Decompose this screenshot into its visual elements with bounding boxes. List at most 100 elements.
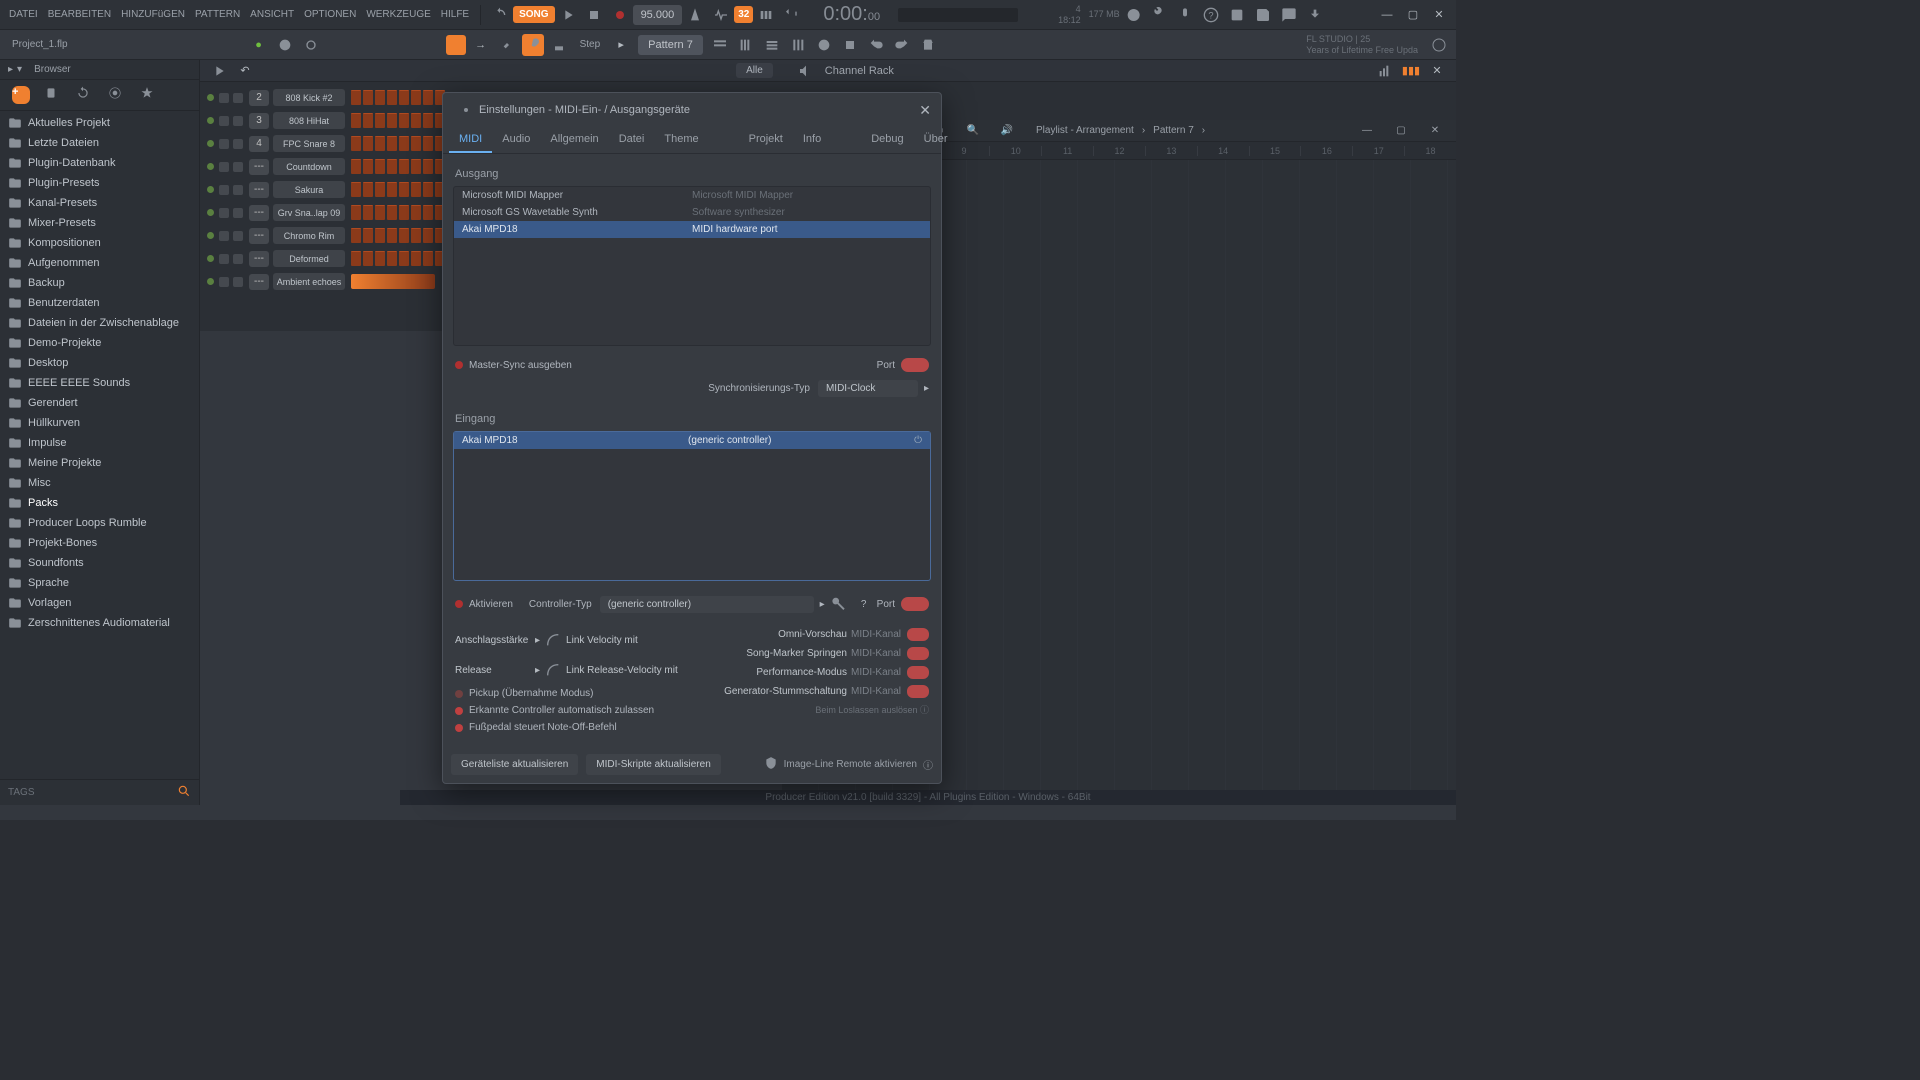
channel-vol-knob[interactable] [233,116,243,126]
channel-vol-knob[interactable] [233,139,243,149]
stamp-icon[interactable] [548,34,570,56]
refresh-devices-button[interactable]: Geräteliste aktualisieren [451,754,578,775]
channel-vol-knob[interactable] [233,231,243,241]
step-cell[interactable] [411,113,421,128]
channel-mute-led[interactable] [207,278,214,285]
menu-pattern[interactable]: PATTERN [190,5,245,24]
step-cell[interactable] [423,182,433,197]
step-cell[interactable] [363,228,373,243]
step-cell[interactable] [375,228,385,243]
mic-icon[interactable] [1174,4,1196,26]
step-cell[interactable] [399,90,409,105]
step-seq-icon[interactable]: ▮▮▮ [1400,60,1422,82]
channel-mute-led[interactable] [207,140,214,147]
step-cell[interactable] [411,90,421,105]
step-cell[interactable] [423,159,433,174]
velocity-arrow-icon[interactable]: ▸ [535,635,540,646]
play-icon[interactable] [557,4,579,26]
link-icon[interactable] [522,34,544,56]
menu-tools[interactable]: WERKZEUGE [361,5,435,24]
step-cell[interactable] [351,159,361,174]
add-folder-icon[interactable]: + [12,86,30,104]
tools-icon[interactable] [1148,4,1170,26]
channel-pan-knob[interactable] [219,162,229,172]
step-cell[interactable] [351,182,361,197]
channel-mute-led[interactable] [207,163,214,170]
tree-item[interactable]: Desktop [0,353,199,373]
step-cell[interactable] [387,136,397,151]
output-port-badge[interactable] [901,358,929,372]
auto-ctrl-led[interactable] [455,707,463,715]
dialog-tab[interactable]: Datei [609,127,655,153]
tree-item[interactable]: EEEE EEEE Sounds [0,373,199,393]
channel-pan-knob[interactable] [219,139,229,149]
tree-item[interactable]: Kanal-Presets [0,193,199,213]
menu-file[interactable]: DATEI [4,5,43,24]
release-trigger-info-icon[interactable]: ⓘ [920,705,929,715]
tree-item[interactable]: Impulse [0,433,199,453]
channel-pan-knob[interactable] [219,208,229,218]
wave-icon[interactable] [710,4,732,26]
power-icon[interactable]: ⏻ [914,435,922,446]
step-cell[interactable] [351,228,361,243]
release-arrow-icon[interactable]: ▸ [535,665,540,676]
step-cell[interactable] [351,113,361,128]
tree-item[interactable]: Plugin-Presets [0,173,199,193]
step-cell[interactable] [411,228,421,243]
step-cell[interactable] [387,251,397,266]
omni-channel-badge[interactable] [907,628,929,641]
step-cell[interactable] [375,205,385,220]
step-cell[interactable] [423,113,433,128]
tree-item[interactable]: Backup [0,273,199,293]
step-cell[interactable] [411,251,421,266]
undo-icon[interactable] [865,34,887,56]
device-row[interactable]: Akai MPD18MIDI hardware port [454,221,930,238]
release-curve-icon[interactable] [542,659,564,681]
shop-icon[interactable] [917,34,939,56]
dialog-tab[interactable]: Über [914,127,958,153]
channel-name-button[interactable]: Grv Sna..lap 09 [273,204,345,221]
channel-mute-led[interactable] [207,209,214,216]
channel-name-button[interactable]: Deformed [273,250,345,267]
redo-icon[interactable] [891,34,913,56]
channel-mixer-track[interactable]: 3 [249,113,269,129]
step-cell[interactable] [375,159,385,174]
menu-view[interactable]: ANSICHT [245,5,299,24]
step-cell[interactable] [351,136,361,151]
tree-item[interactable]: Dateien in der Zwischenablage [0,313,199,333]
pl-close-icon[interactable]: ✕ [1424,120,1446,142]
history-icon[interactable] [1122,4,1144,26]
chat-icon[interactable] [1278,4,1300,26]
tree-item[interactable]: Meine Projekte [0,453,199,473]
channel-mute-led[interactable] [207,117,214,124]
hint-icon[interactable] [274,34,296,56]
channel-pan-knob[interactable] [219,116,229,126]
step-cell[interactable] [363,136,373,151]
channel-mixer-track[interactable]: --- [249,159,269,175]
step-cell[interactable] [387,159,397,174]
channel-vol-knob[interactable] [233,277,243,287]
menu-help[interactable]: HILFE [436,5,474,24]
stop-icon[interactable] [583,4,605,26]
channel-mixer-track[interactable]: 2 [249,90,269,106]
channel-name-button[interactable]: Countdown [273,158,345,175]
playlist-pattern-crumb[interactable]: Pattern 7 [1153,125,1194,136]
step-cell[interactable] [363,159,373,174]
activate-led[interactable] [455,600,463,608]
metronome-icon[interactable] [684,4,706,26]
step-cell[interactable] [351,90,361,105]
channel-vol-knob[interactable] [233,162,243,172]
expand-icon[interactable]: ▾ [17,64,22,75]
menu-options[interactable]: OPTIONEN [299,5,361,24]
tree-item[interactable]: Aufgenommen [0,253,199,273]
channel-mute-led[interactable] [207,94,214,101]
channel-vol-knob[interactable] [233,254,243,264]
step-cell[interactable] [423,228,433,243]
tree-item[interactable]: Mixer-Presets [0,213,199,233]
menu-edit[interactable]: BEARBEITEN [43,5,116,24]
step-cell[interactable] [411,205,421,220]
step-cell[interactable] [363,90,373,105]
piano-roll-icon[interactable] [735,34,757,56]
step-cell[interactable] [375,251,385,266]
tree-item[interactable]: Packs [0,493,199,513]
